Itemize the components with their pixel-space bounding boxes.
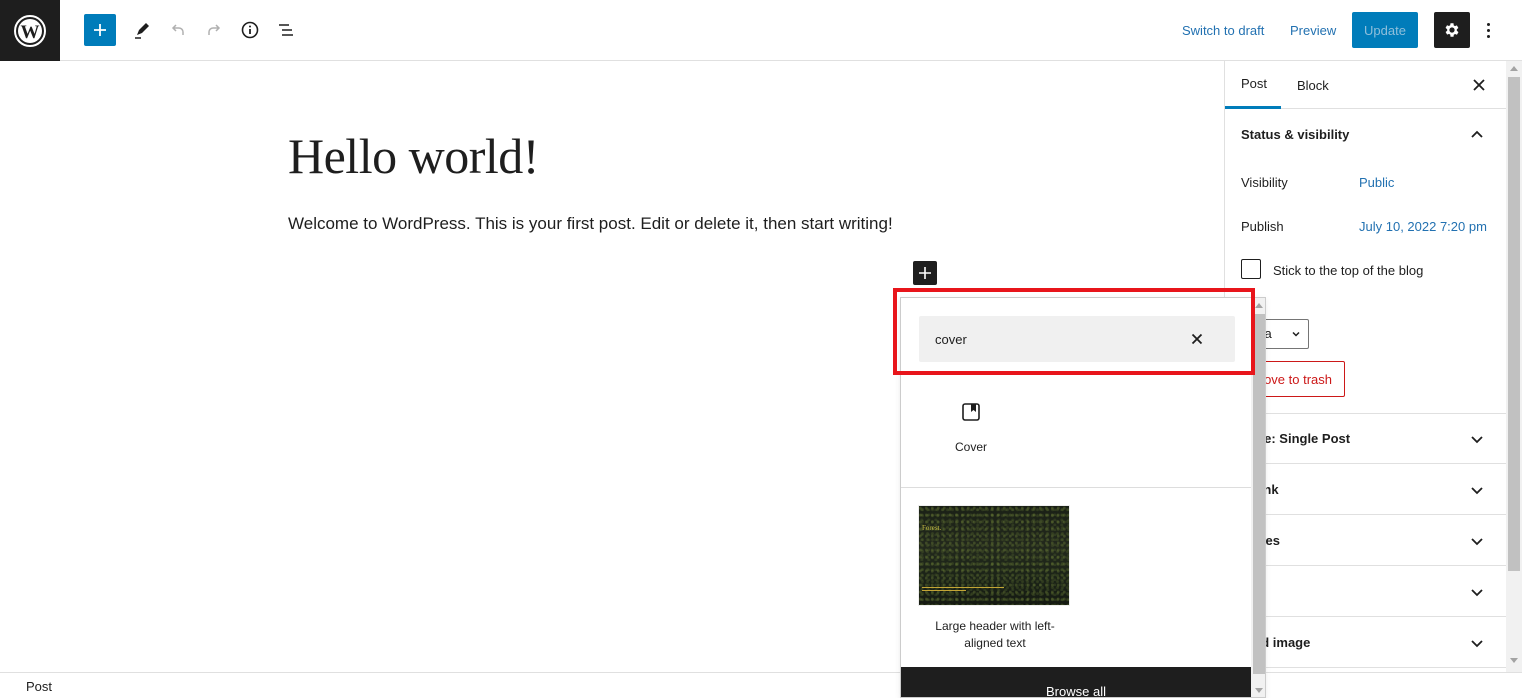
close-icon xyxy=(1473,79,1485,91)
paragraph-block[interactable]: Welcome to WordPress. This is your first… xyxy=(288,214,893,234)
chevron-down-icon xyxy=(1471,487,1483,495)
chevron-up-icon xyxy=(1471,130,1483,138)
inserter-scrollbar[interactable] xyxy=(1251,298,1265,697)
tags-panel-toggle[interactable] xyxy=(1225,567,1506,617)
wordpress-logo[interactable]: W xyxy=(0,0,60,61)
block-search-input[interactable] xyxy=(919,316,1189,362)
pattern-large-header[interactable]: Forest. Large header with left-aligned t… xyxy=(918,505,1072,652)
svg-text:W: W xyxy=(21,22,40,43)
tab-block[interactable]: Block xyxy=(1281,61,1345,109)
undo-icon xyxy=(171,24,184,35)
scroll-up-arrow-icon[interactable] xyxy=(1510,66,1518,71)
scroll-up-arrow-icon[interactable] xyxy=(1255,303,1263,308)
gear-icon xyxy=(1445,23,1459,37)
editor-header: W Switch to draft Preview Update xyxy=(0,0,1522,61)
visibility-value-button[interactable]: Public xyxy=(1359,175,1394,190)
breadcrumb[interactable]: Post xyxy=(26,679,52,694)
settings-button[interactable] xyxy=(1434,12,1470,48)
switch-to-draft-button[interactable]: Switch to draft xyxy=(1182,23,1264,38)
pencil-icon xyxy=(135,23,149,39)
scroll-down-arrow-icon[interactable] xyxy=(1255,688,1263,693)
sticky-label: Stick to the top of the blog xyxy=(1273,263,1424,278)
scrollbar-thumb[interactable] xyxy=(1508,77,1520,571)
block-item-label: Cover xyxy=(954,440,987,454)
quick-inserter-popover: Cover Forest. Large header with left-ali… xyxy=(900,297,1266,698)
list-view-icon xyxy=(279,24,293,36)
preview-button[interactable]: Preview xyxy=(1290,23,1336,38)
block-search xyxy=(919,316,1235,362)
tools-button[interactable] xyxy=(126,14,158,46)
divider xyxy=(901,487,1251,488)
redo-icon xyxy=(208,24,221,35)
template-panel-toggle[interactable]: plate: Single Post xyxy=(1225,414,1506,464)
add-block-button[interactable] xyxy=(84,14,116,46)
list-view-button[interactable] xyxy=(270,14,302,46)
more-vertical-icon-dot xyxy=(1486,34,1490,38)
visibility-label: Visibility xyxy=(1241,175,1288,190)
publish-date-button[interactable]: July 10, 2022 7:20 pm xyxy=(1359,219,1487,234)
close-sidebar-button[interactable] xyxy=(1467,73,1491,97)
inserter-content: Cover Forest. Large header with left-ali… xyxy=(901,298,1251,697)
details-button[interactable] xyxy=(234,14,266,46)
cover-icon xyxy=(962,403,980,421)
clear-search-button[interactable] xyxy=(1185,327,1209,351)
editor-footer: Post xyxy=(0,672,1522,698)
featured-image-panel-toggle[interactable]: ured image xyxy=(1225,618,1506,668)
plus-icon xyxy=(94,24,106,36)
tab-post[interactable]: Post xyxy=(1225,61,1281,109)
chevron-down-icon xyxy=(1471,589,1483,597)
publish-label: Publish xyxy=(1241,219,1284,234)
undo-button[interactable] xyxy=(162,14,194,46)
chevron-down-icon xyxy=(1471,436,1483,444)
more-vertical-icon-dot xyxy=(1486,22,1490,26)
status-visibility-panel-toggle[interactable]: Status & visibility xyxy=(1225,110,1506,160)
wordpress-logo-icon: W xyxy=(14,14,46,47)
settings-sidebar: Post Block Status & visibility Visibilit… xyxy=(1224,61,1506,672)
chevron-down-icon xyxy=(1471,640,1483,648)
close-icon xyxy=(1191,333,1203,345)
plus-icon xyxy=(919,267,931,279)
chevron-down-icon xyxy=(1292,331,1300,337)
pattern-preview-image: Forest. xyxy=(918,505,1070,606)
more-options-button[interactable] xyxy=(1478,18,1498,42)
info-icon xyxy=(241,21,259,39)
permalink-panel-toggle[interactable]: nalink xyxy=(1225,465,1506,515)
sticky-checkbox[interactable] xyxy=(1241,259,1261,279)
update-button[interactable]: Update xyxy=(1352,12,1418,48)
block-item-cover[interactable]: Cover xyxy=(919,388,1023,472)
scrollbar-thumb[interactable] xyxy=(1253,314,1265,674)
redo-button[interactable] xyxy=(198,14,230,46)
pattern-label: Large header with left-aligned text xyxy=(935,619,1055,650)
browse-all-button[interactable]: Browse all xyxy=(901,667,1251,697)
pattern-preview-text-line xyxy=(922,587,1004,588)
categories-panel-toggle[interactable]: gories xyxy=(1225,516,1506,566)
sidebar-scrollbar[interactable] xyxy=(1506,61,1522,672)
chevron-down-icon xyxy=(1471,538,1483,546)
scroll-down-arrow-icon[interactable] xyxy=(1510,658,1518,663)
more-vertical-icon-dot xyxy=(1486,28,1490,32)
panel-title: Status & visibility xyxy=(1241,127,1350,142)
pattern-preview-text-line xyxy=(922,590,966,591)
pattern-preview-title: Forest. xyxy=(922,524,942,532)
post-title[interactable]: Hello world! xyxy=(288,127,539,185)
inline-add-block-button[interactable] xyxy=(913,261,937,285)
sidebar-tabs: Post Block xyxy=(1225,61,1506,109)
